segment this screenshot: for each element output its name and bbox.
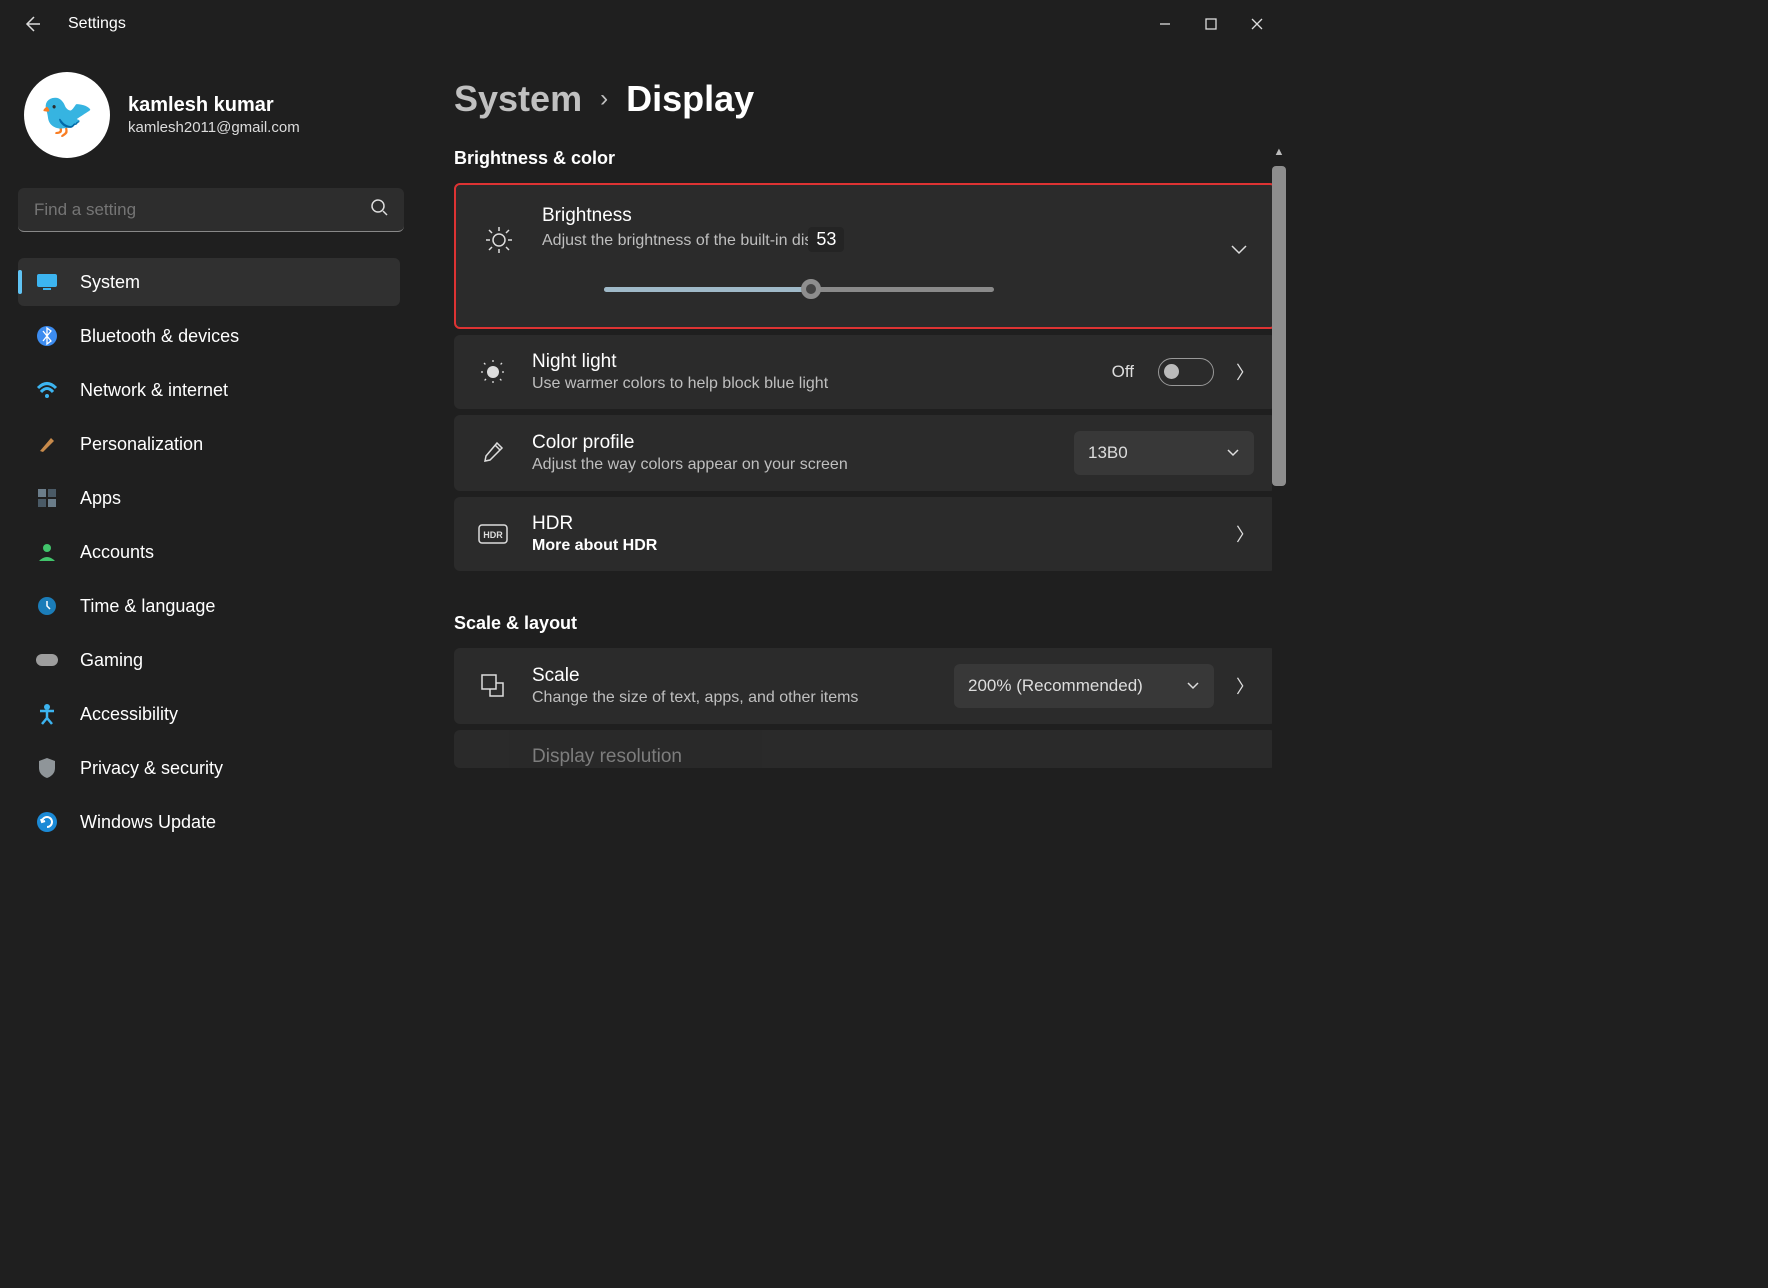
section-brightness-heading: Brightness & color (454, 148, 1276, 169)
color-profile-subtitle: Adjust the way colors appear on your scr… (532, 456, 1052, 474)
brightness-title: Brightness (542, 205, 1248, 227)
apps-icon (34, 485, 60, 511)
chevron-right-icon[interactable]: 〉 (1236, 521, 1254, 547)
slider-thumb[interactable] (801, 279, 821, 299)
accessibility-icon (34, 701, 60, 727)
nav-label: Accounts (80, 542, 154, 563)
night-light-subtitle: Use warmer colors to help block blue lig… (532, 375, 1090, 393)
night-light-title: Night light (532, 351, 1090, 373)
user-email: kamlesh2011@gmail.com (128, 119, 300, 136)
scale-select[interactable]: 200% (Recommended) (954, 664, 1214, 708)
nav-label: Gaming (80, 650, 143, 671)
night-light-toggle[interactable] (1158, 358, 1214, 386)
nav-list: System Bluetooth & devices Network & int… (18, 258, 410, 846)
eyedropper-icon (476, 440, 510, 466)
chevron-right-icon[interactable]: 〉 (1236, 673, 1254, 699)
brush-icon (34, 431, 60, 457)
search-input[interactable] (18, 188, 404, 232)
back-button[interactable] (20, 12, 44, 36)
breadcrumb-current: Display (626, 78, 754, 120)
color-profile-title: Color profile (532, 432, 1052, 454)
sidebar-item-time[interactable]: Time & language (18, 582, 400, 630)
display-resolution-card[interactable]: Display resolution (454, 730, 1276, 768)
chevron-right-icon[interactable]: 〉 (1236, 359, 1254, 385)
sidebar-item-network[interactable]: Network & internet (18, 366, 400, 414)
brightness-value-tooltip: 53 (808, 227, 844, 252)
brightness-subtitle: Adjust the brightness of the built-in di… (542, 232, 812, 250)
nav-label: Bluetooth & devices (80, 326, 239, 347)
sidebar-item-privacy[interactable]: Privacy & security (18, 744, 400, 792)
chevron-right-icon: › (600, 85, 608, 113)
night-light-icon (476, 358, 510, 386)
sun-icon (482, 225, 516, 255)
user-block[interactable]: 🐦 kamlesh kumar kamlesh2011@gmail.com (18, 48, 410, 188)
window-title: Settings (68, 15, 126, 33)
sidebar-item-apps[interactable]: Apps (18, 474, 400, 522)
hdr-title: HDR (532, 513, 1214, 535)
scale-subtitle: Change the size of text, apps, and other… (532, 689, 932, 707)
expand-brightness[interactable] (1230, 243, 1248, 261)
breadcrumb: System › Display (454, 78, 1276, 120)
brightness-slider[interactable] (604, 277, 994, 299)
night-light-state: Off (1112, 362, 1134, 382)
close-button[interactable] (1234, 8, 1280, 40)
breadcrumb-parent[interactable]: System (454, 78, 582, 120)
user-name: kamlesh kumar (128, 94, 300, 117)
shield-icon (34, 755, 60, 781)
nav-label: Time & language (80, 596, 215, 617)
nav-label: Apps (80, 488, 121, 509)
update-icon (34, 809, 60, 835)
chevron-down-icon (1186, 681, 1200, 691)
sidebar-item-system[interactable]: System (18, 258, 400, 306)
color-profile-select[interactable]: 13B0 (1074, 431, 1254, 475)
gamepad-icon (34, 647, 60, 673)
scrollbar-thumb[interactable] (1272, 166, 1286, 486)
person-icon (34, 539, 60, 565)
sidebar-item-accounts[interactable]: Accounts (18, 528, 400, 576)
svg-text:HDR: HDR (483, 530, 503, 540)
color-profile-card[interactable]: Color profile Adjust the way colors appe… (454, 415, 1276, 491)
main-panel: System › Display Brightness & color Brig… (410, 48, 1288, 928)
scroll-up-icon[interactable]: ▲ (1272, 146, 1286, 158)
color-profile-value: 13B0 (1088, 443, 1128, 463)
maximize-button[interactable] (1188, 8, 1234, 40)
display-icon (34, 269, 60, 295)
scrollbar[interactable]: ▲ ▼ (1272, 160, 1286, 926)
scale-value: 200% (Recommended) (968, 676, 1143, 696)
avatar: 🐦 (24, 72, 110, 158)
night-light-card[interactable]: Night light Use warmer colors to help bl… (454, 335, 1276, 409)
titlebar: Settings (0, 0, 1288, 48)
sidebar-item-update[interactable]: Windows Update (18, 798, 400, 846)
brightness-card[interactable]: Brightness Adjust the brightness of the … (454, 183, 1276, 329)
nav-label: Personalization (80, 434, 203, 455)
wifi-icon (34, 377, 60, 403)
sidebar: 🐦 kamlesh kumar kamlesh2011@gmail.com Sy… (0, 48, 410, 928)
nav-label: System (80, 272, 140, 293)
display-resolution-title: Display resolution (532, 746, 1254, 768)
sidebar-item-accessibility[interactable]: Accessibility (18, 690, 400, 738)
hdr-icon: HDR (476, 524, 510, 544)
sidebar-item-personalization[interactable]: Personalization (18, 420, 400, 468)
section-scale-heading: Scale & layout (454, 613, 1276, 634)
nav-label: Network & internet (80, 380, 228, 401)
search-field[interactable] (34, 200, 370, 220)
nav-label: Privacy & security (80, 758, 223, 779)
minimize-button[interactable] (1142, 8, 1188, 40)
scale-icon (476, 673, 510, 699)
bluetooth-icon (34, 323, 60, 349)
hdr-card[interactable]: HDR HDR More about HDR 〉 (454, 497, 1276, 571)
hdr-subtitle: More about HDR (532, 537, 1214, 555)
scale-card[interactable]: Scale Change the size of text, apps, and… (454, 648, 1276, 724)
sidebar-item-gaming[interactable]: Gaming (18, 636, 400, 684)
chevron-down-icon (1226, 448, 1240, 458)
slider-fill (604, 287, 811, 292)
scale-title: Scale (532, 665, 932, 687)
nav-label: Accessibility (80, 704, 178, 725)
sidebar-item-bluetooth[interactable]: Bluetooth & devices (18, 312, 400, 360)
clock-icon (34, 593, 60, 619)
nav-label: Windows Update (80, 812, 216, 833)
search-icon (370, 198, 388, 221)
